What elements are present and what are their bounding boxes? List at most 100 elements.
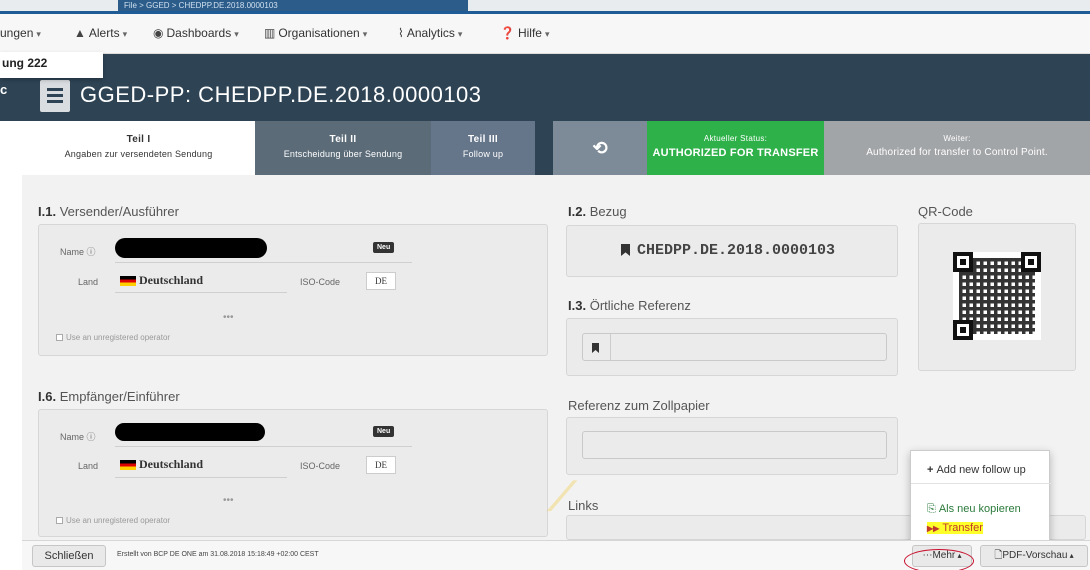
- nav-item-organisationen[interactable]: ▥ Organisationen ▾: [264, 26, 367, 40]
- qr-code-title: QR-Code: [918, 204, 973, 219]
- menu-item-transfer[interactable]: ▶▶ Transfer: [911, 522, 1051, 534]
- nav-item-label: Dashboards: [166, 26, 232, 40]
- building-icon: ▥: [264, 26, 276, 40]
- section-reference-title: I.2. Bezug: [568, 204, 627, 219]
- tab-bar: Teil I Angaben zur versendeten Sendung T…: [22, 121, 1090, 175]
- plus-icon: +: [927, 464, 934, 476]
- history-icon: ⟲: [592, 138, 608, 158]
- tab-teil-3[interactable]: Teil III Follow up: [431, 121, 535, 175]
- menu-item-highlight: ▶▶ Transfer: [927, 522, 983, 534]
- flag-de-icon: [120, 276, 136, 286]
- caret-down-icon: ▾: [36, 29, 41, 39]
- tab-teil-1[interactable]: Teil I Angaben zur versendeten Sendung: [22, 121, 255, 175]
- input-addon-separator: [610, 334, 611, 360]
- field-underline: [115, 446, 412, 447]
- breadcrumb: File > GGED > CHEDPP.DE.2018.0000103: [118, 0, 468, 11]
- nav-item-alerts[interactable]: ▲ Alerts ▾: [74, 26, 127, 40]
- iso-code-field[interactable]: DE: [366, 456, 396, 474]
- name-label: Name ⓘ: [60, 432, 96, 442]
- section-consignor-title: I.1. Versender/Ausführer: [38, 204, 179, 219]
- status-label: Aktueller Status:: [703, 134, 768, 143]
- nav-item-dashboards[interactable]: ◉ Dashboards ▾: [153, 26, 239, 40]
- more-dropdown-menu: + Add new follow up ⎘ Als neu kopieren ▶▶ T…: [910, 450, 1051, 545]
- menu-toggle-icon[interactable]: [40, 80, 70, 112]
- nav-item-label: Analytics: [406, 26, 455, 40]
- tab-subtitle: Entscheidung über Sendung: [283, 149, 403, 159]
- status-current: Aktueller Status: AUTHORIZED FOR TRANSFE…: [647, 121, 824, 175]
- section-consignee-title: I.6. Empfänger/Einführer: [38, 389, 180, 404]
- pdf-preview-button[interactable]: 🗋PDF-Vorschau ▴: [980, 545, 1088, 567]
- unregistered-operator-checkbox[interactable]: Use an unregistered operator: [56, 516, 170, 525]
- section-title: Empfänger/Einführer: [59, 389, 180, 404]
- page-header: c GGED-PP: CHEDPP.DE.2018.0000103: [0, 54, 1090, 121]
- tab-teil-2[interactable]: Teil II Entscheidung über Sendung: [255, 121, 431, 175]
- more-dots[interactable]: •••: [223, 495, 234, 506]
- tab-title: Teil III: [468, 134, 498, 145]
- created-by-meta: Erstellt von BCP DE ONE am 31.08.2018 15…: [117, 551, 319, 558]
- nav-item-meldungen[interactable]: ungen ▾: [0, 26, 41, 40]
- menu-divider: [911, 483, 1051, 484]
- nav-item-analytics[interactable]: ⌇ Analytics ▾: [398, 26, 462, 40]
- section-title: Versender/Ausführer: [59, 204, 179, 219]
- section-number: I.1.: [38, 204, 57, 219]
- nav-item-label: ungen: [0, 26, 34, 40]
- dashboard-icon: ◉: [153, 26, 164, 40]
- tab-subtitle: Angaben zur versendeten Sendung: [64, 149, 213, 159]
- checkbox-icon: [56, 334, 63, 341]
- qr-code-box: [918, 223, 1076, 371]
- copy-icon: ⎘: [927, 503, 936, 515]
- section-number: I.3.: [568, 298, 587, 313]
- menu-item-label: Transfer: [942, 522, 983, 534]
- section-title: Örtliche Referenz: [589, 298, 691, 313]
- qr-finder: [953, 252, 973, 272]
- status-value: AUTHORIZED FOR TRANSFER: [652, 147, 819, 159]
- app-window: { "breadcrumb": "File > GGED > CHEDPP.DE…: [0, 0, 1090, 570]
- qr-code-image: [953, 252, 1041, 340]
- nav-dropdown-item[interactable]: ung 222: [0, 52, 103, 78]
- status-next[interactable]: Weiter: Authorized for transfer to Contr…: [824, 121, 1090, 175]
- new-badge[interactable]: Neu: [373, 242, 395, 253]
- customs-ref-input[interactable]: [582, 431, 887, 459]
- qr-finder: [953, 320, 973, 340]
- close-button[interactable]: Schließen: [32, 545, 106, 567]
- tab-subtitle: Follow up: [462, 149, 504, 159]
- browser-top-strip: File > GGED > CHEDPP.DE.2018.0000103: [0, 0, 1090, 14]
- pdf-preview-label: PDF-Vorschau: [1002, 550, 1068, 561]
- name-label: Name ⓘ: [60, 247, 96, 257]
- fast-forward-icon: ▶▶: [927, 524, 940, 533]
- section-number: I.6.: [38, 389, 57, 404]
- country-value[interactable]: Deutschland: [139, 457, 203, 472]
- links-title: Links: [568, 498, 599, 513]
- field-underline: [115, 262, 412, 263]
- unregistered-operator-checkbox[interactable]: Use an unregistered operator: [56, 333, 170, 342]
- history-button[interactable]: ⟲: [553, 121, 647, 175]
- checkbox-icon: [56, 517, 63, 524]
- flag-de-icon: [120, 460, 136, 470]
- help-icon: ❓: [500, 26, 515, 40]
- country-value[interactable]: Deutschland: [139, 273, 203, 288]
- nav-item-hilfe[interactable]: ❓ Hilfe ▾: [500, 26, 550, 40]
- more-dots[interactable]: •••: [223, 312, 234, 323]
- new-badge[interactable]: Neu: [373, 426, 395, 437]
- tab-title: Teil I: [126, 134, 151, 145]
- menu-item-add-follow-up[interactable]: + Add new follow up: [911, 464, 1051, 476]
- qr-finder: [1021, 252, 1041, 272]
- status-next-label: Weiter:: [943, 134, 971, 143]
- header-left-mark: c: [0, 82, 8, 97]
- checkbox-label: Use an unregistered operator: [66, 333, 171, 342]
- chart-line-icon: ⌇: [398, 26, 404, 40]
- nav-item-label: Alerts: [88, 26, 120, 40]
- local-ref-input[interactable]: [582, 333, 887, 361]
- nav-item-label: Hilfe: [517, 26, 542, 40]
- redacted-name: [115, 423, 265, 441]
- caret-up-icon: ▴: [1067, 551, 1074, 560]
- reference-value: CHEDPP.DE.2018.0000103: [637, 242, 836, 259]
- caret-down-icon: ▾: [362, 29, 368, 39]
- caret-down-icon: ▾: [234, 29, 239, 39]
- menu-item-label: Als neu kopieren: [938, 503, 1021, 515]
- annotation-circle: [904, 549, 974, 570]
- iso-code-field[interactable]: DE: [366, 272, 396, 290]
- nav-item-label: Organisationen: [278, 26, 360, 40]
- caret-down-icon: ▾: [544, 29, 550, 39]
- menu-item-copy-as-new[interactable]: ⎘ Als neu kopieren: [911, 503, 1051, 516]
